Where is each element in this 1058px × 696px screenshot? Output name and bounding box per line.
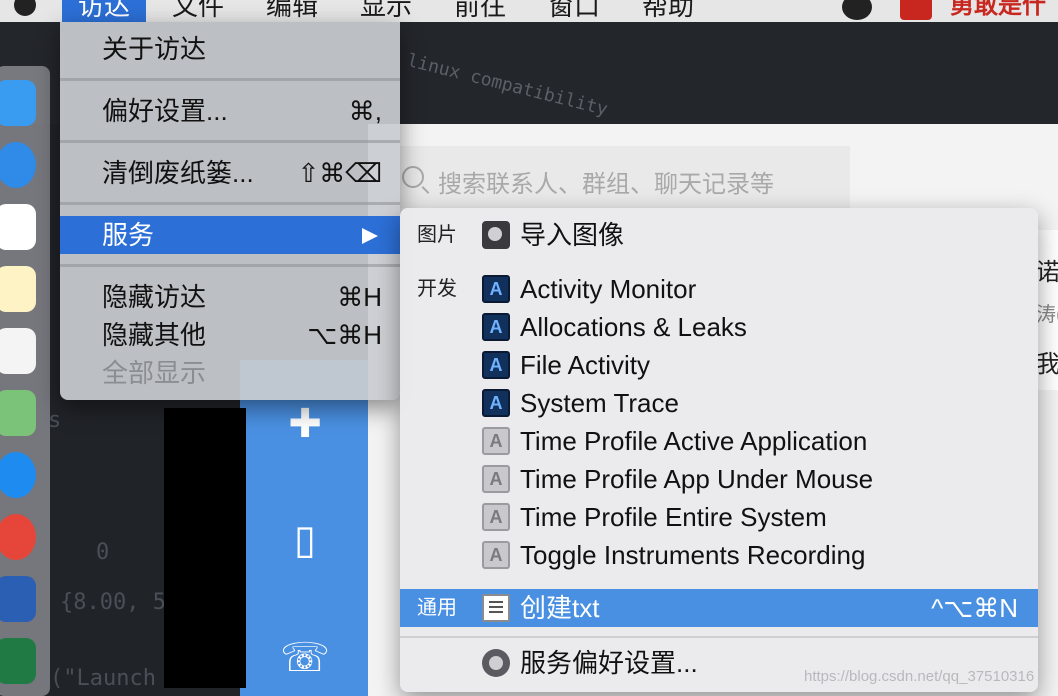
menu-finder[interactable]: 访达 — [62, 0, 147, 22]
app-store-icon[interactable] — [0, 452, 36, 498]
safari-icon[interactable] — [0, 142, 36, 188]
menu-shortcut: ⌘H — [337, 282, 382, 312]
service-time-profile-active-app[interactable]: Time Profile Active Application — [400, 422, 1038, 460]
menu-edit[interactable]: 编辑 — [250, 0, 334, 22]
chat-title-fragment: 诺浏 — [1036, 259, 1058, 286]
instruments-script-icon — [482, 541, 510, 569]
menu-go[interactable]: 前往 — [438, 0, 522, 22]
menu-separator — [60, 78, 400, 81]
code-fragment: {8.00, 5 — [60, 590, 166, 615]
instruments-icon — [482, 275, 510, 303]
service-activity-monitor[interactable]: Activity Monitor — [400, 270, 1038, 308]
menu-separator — [60, 140, 400, 143]
menu-shortcut: ⇧⌘⌫ — [297, 158, 382, 188]
menu-help[interactable]: 帮助 — [626, 0, 710, 22]
category-label: 通用 — [417, 597, 457, 619]
menu-shortcut: ⌘, — [348, 96, 382, 126]
menu-item-label: 偏好设置... — [102, 96, 228, 126]
service-system-trace[interactable]: System Trace — [400, 384, 1038, 422]
service-label: Allocations & Leaks — [520, 312, 747, 342]
service-time-profile-under-mouse[interactable]: Time Profile App Under Mouse — [400, 460, 1038, 498]
search-placeholder[interactable]: 搜索联系人、群组、聊天记录等 — [438, 164, 774, 199]
instruments-script-icon — [482, 427, 510, 455]
puzzle-icon[interactable]: ✚ — [280, 404, 330, 444]
service-label: File Activity — [520, 350, 651, 380]
service-time-profile-entire-system[interactable]: Time Profile Entire System — [400, 498, 1038, 536]
service-label: Time Profile Active Application — [520, 426, 868, 456]
code-fragment: ("Launch — [50, 666, 156, 691]
menu-separator — [400, 636, 1038, 638]
service-label: Time Profile App Under Mouse — [520, 464, 874, 494]
code-fragment: 0 — [96, 540, 110, 565]
document-icon — [482, 594, 510, 622]
status-menu-icon[interactable] — [842, 0, 872, 20]
menu-item-label: 清倒废纸篓... — [102, 158, 254, 188]
menu-item-hide-finder[interactable]: 隐藏访达 ⌘H — [60, 278, 400, 316]
service-label: 导入图像 — [520, 220, 625, 250]
instruments-icon — [482, 351, 510, 379]
service-file-activity[interactable]: File Activity — [400, 346, 1038, 384]
instruments-script-icon — [482, 465, 510, 493]
menu-item-label: 隐藏访达 — [102, 282, 207, 312]
menu-item-label: 隐藏其他 — [102, 320, 207, 350]
menu-file[interactable]: 文件 — [156, 0, 240, 22]
chat-message-fragment: 我 — [1036, 351, 1058, 378]
service-label: System Trace — [520, 388, 679, 418]
finder-menu: 关于访达 偏好设置... ⌘, 清倒废纸篓... ⇧⌘⌫ 服务 隐藏访达 ⌘H … — [60, 22, 400, 400]
menu-shortcut: ^⌥⌘N — [931, 593, 1018, 623]
menu-item-hide-others[interactable]: 隐藏其他 ⌥⌘H — [60, 316, 400, 354]
menu-item-label: 全部显示 — [102, 358, 207, 388]
dock — [0, 66, 50, 696]
instruments-icon — [482, 313, 510, 341]
watermark: https://blog.csdn.net/qq_37510316 — [804, 668, 1035, 685]
calendar-icon[interactable] — [0, 204, 36, 250]
service-label: Activity Monitor — [520, 274, 697, 304]
menu-shortcut: ⌥⌘H — [307, 320, 382, 350]
word-icon[interactable] — [0, 576, 36, 622]
search-icon — [402, 166, 424, 188]
chrome-icon[interactable] — [0, 514, 36, 560]
phone-icon[interactable]: ☏ — [280, 638, 330, 678]
menu-separator — [60, 202, 400, 205]
service-toggle-instruments-recording[interactable]: Toggle Instruments Recording — [400, 536, 1038, 574]
gear-icon — [482, 649, 510, 677]
service-label: 创建txt — [520, 593, 600, 623]
service-allocations-leaks[interactable]: Allocations & Leaks — [400, 308, 1038, 346]
service-label: Toggle Instruments Recording — [520, 540, 866, 570]
menu-bar: 访达 文件 编辑 显示 前往 窗口 帮助 勇敢是什 — [0, 0, 1058, 22]
menu-window[interactable]: 窗口 — [532, 0, 616, 22]
menu-item-services[interactable]: 服务 — [60, 216, 400, 254]
instruments-script-icon — [482, 503, 510, 531]
submenu-arrow-icon — [362, 228, 378, 244]
redacted-area — [164, 408, 246, 688]
menu-view[interactable]: 显示 — [344, 0, 428, 22]
service-label: 服务偏好设置... — [520, 648, 698, 678]
apple-logo-icon[interactable] — [12, 0, 38, 18]
service-label: Time Profile Entire System — [520, 502, 827, 532]
notes-icon[interactable] — [0, 266, 36, 312]
menu-separator — [60, 264, 400, 267]
image-capture-icon — [482, 221, 510, 249]
excel-icon[interactable] — [0, 638, 36, 684]
notebook-icon[interactable]: ▯ — [280, 520, 330, 560]
menu-item-label: 关于访达 — [102, 34, 207, 64]
app-sidebar: ✚ ▯ ☏ — [240, 360, 368, 696]
menu-item-about[interactable]: 关于访达 — [60, 30, 400, 68]
chat-subtitle-fragment: 涛( — [1036, 304, 1058, 326]
reminders-icon[interactable] — [0, 328, 36, 374]
service-import-image[interactable]: 导入图像 — [400, 216, 1038, 254]
maps-icon[interactable] — [0, 390, 36, 436]
menu-item-show-all: 全部显示 — [60, 354, 400, 392]
services-submenu: 图片 导入图像 开发 Activity Monitor Allocations … — [400, 208, 1038, 692]
menu-item-preferences[interactable]: 偏好设置... ⌘, — [60, 92, 400, 130]
finder-icon[interactable] — [0, 80, 36, 126]
service-create-txt[interactable]: 通用 创建txt ^⌥⌘N — [400, 589, 1038, 627]
status-app-icon[interactable] — [900, 0, 932, 20]
status-text[interactable]: 勇敢是什 — [950, 0, 1046, 22]
instruments-icon — [482, 389, 510, 417]
code-text: linux compatibility — [404, 50, 610, 121]
menu-item-label: 服务 — [102, 220, 155, 250]
menu-item-empty-trash[interactable]: 清倒废纸篓... ⇧⌘⌫ — [60, 154, 400, 192]
